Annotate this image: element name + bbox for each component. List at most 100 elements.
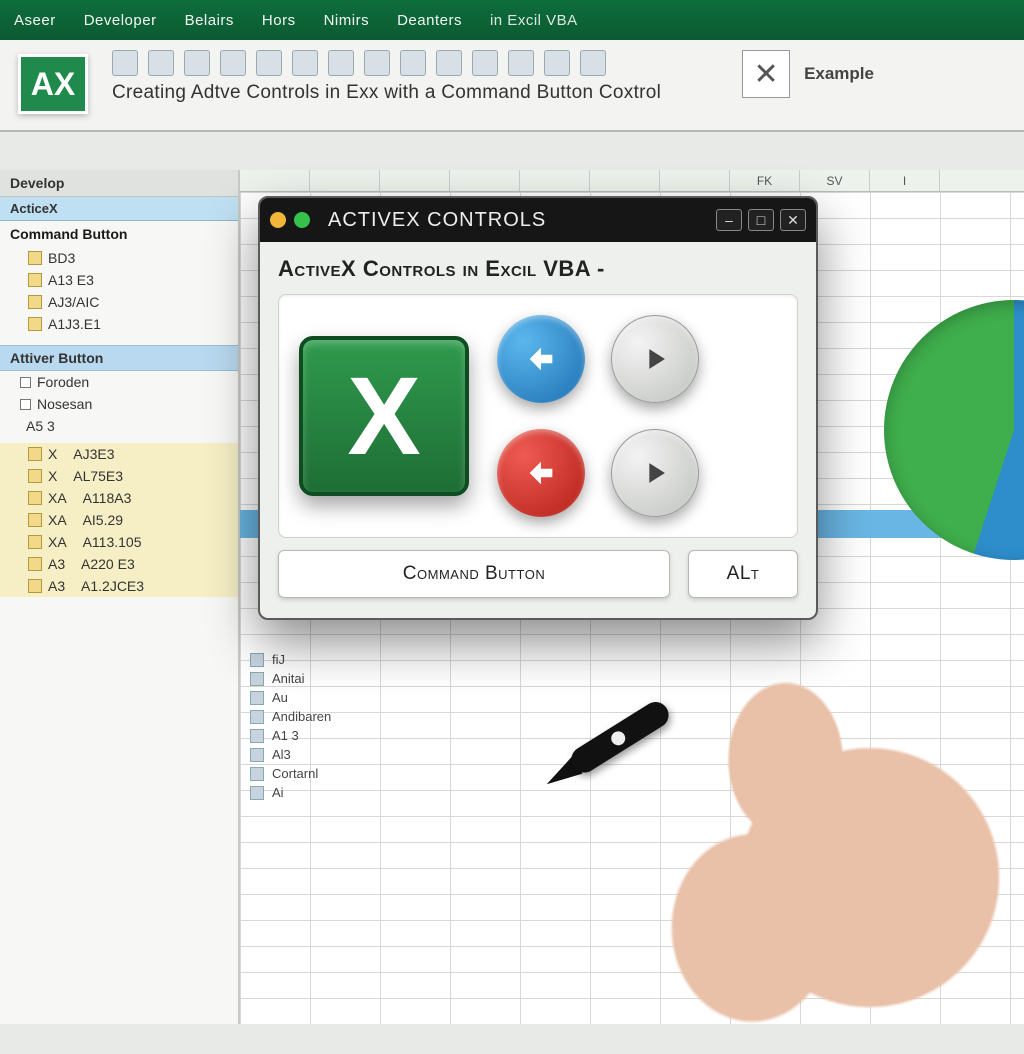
list-item[interactable]: A3 A1.2JCE3 — [0, 575, 238, 597]
ribbon-icon[interactable] — [364, 50, 390, 76]
menu-item[interactable]: Aseer — [14, 12, 56, 29]
list-item[interactable]: XA A118A3 — [0, 487, 238, 509]
file-icon — [250, 786, 264, 800]
col-head[interactable] — [380, 170, 450, 191]
ribbon-icon[interactable] — [148, 50, 174, 76]
list-item[interactable]: Anitai — [250, 669, 331, 688]
file-icon — [28, 273, 42, 287]
ribbon-icon[interactable] — [884, 58, 918, 92]
list-item-label: Ai — [272, 785, 284, 800]
file-icon — [250, 729, 264, 743]
ribbon-icon[interactable] — [400, 50, 426, 76]
list-item[interactable]: Al3 — [250, 745, 331, 764]
menu-item[interactable]: Deanters — [397, 12, 462, 29]
close-icon[interactable]: ✕ — [780, 209, 806, 231]
col-head[interactable]: FK — [730, 170, 800, 191]
list-item-value: A113.105 — [83, 534, 142, 550]
ribbon-icon[interactable] — [256, 50, 282, 76]
menu-item[interactable]: Developer — [84, 12, 157, 29]
ribbon-icon[interactable] — [220, 50, 246, 76]
checkbox-icon[interactable] — [20, 377, 31, 388]
option-item[interactable]: Nosesan — [0, 393, 238, 415]
ribbon-icon[interactable] — [972, 58, 1006, 92]
tree-item[interactable]: A1J3.E1 — [0, 313, 238, 335]
sidepanel-section[interactable]: Attiver Button — [0, 345, 238, 371]
dialog-title: ACTIVEX CONTROLS — [328, 209, 706, 232]
ribbon-icon[interactable] — [580, 50, 606, 76]
ribbon-icon[interactable] — [328, 50, 354, 76]
menu-item[interactable]: Hors — [262, 12, 296, 29]
file-icon — [250, 710, 264, 724]
minimize-icon[interactable]: – — [716, 209, 742, 231]
col-head[interactable] — [660, 170, 730, 191]
menu-item[interactable]: Nimirs — [324, 12, 370, 29]
ribbon-icon[interactable] — [184, 50, 210, 76]
menu-item[interactable]: Belairs — [185, 12, 234, 29]
tree-item-label: A1J3.E1 — [48, 316, 101, 332]
ribbon-icon[interactable] — [292, 50, 318, 76]
play-icon — [638, 456, 672, 490]
list-item[interactable]: A3 A220 E3 — [0, 553, 238, 575]
traffic-zoom-icon[interactable] — [294, 212, 310, 228]
option-label: Nosesan — [37, 396, 92, 412]
file-icon — [28, 251, 42, 265]
round-button-grey[interactable] — [611, 429, 699, 517]
ribbon-icon-row — [112, 50, 718, 76]
col-head[interactable] — [450, 170, 520, 191]
round-button-grey[interactable] — [611, 315, 699, 403]
file-icon — [28, 513, 42, 527]
tree-item[interactable]: A13 E3 — [0, 269, 238, 291]
list-item[interactable]: A1 3 — [250, 726, 331, 745]
list-item-label: XA — [48, 534, 67, 550]
command-button[interactable]: Command Button — [278, 550, 670, 598]
col-head[interactable]: I — [870, 170, 940, 191]
file-icon — [28, 535, 42, 549]
ribbon-icon[interactable] — [928, 58, 962, 92]
col-head[interactable] — [310, 170, 380, 191]
file-icon — [28, 491, 42, 505]
list-item[interactable]: Ai — [250, 783, 331, 802]
dialog-titlebar[interactable]: ACTIVEX CONTROLS – □ ✕ — [260, 198, 816, 242]
list-item[interactable]: XA A113.105 — [0, 531, 238, 553]
col-head[interactable] — [520, 170, 590, 191]
maximize-icon[interactable]: □ — [748, 209, 774, 231]
activex-badge-icon: AX — [18, 54, 88, 114]
file-icon — [28, 317, 42, 331]
list-item[interactable]: X AJ3E3 — [0, 443, 238, 465]
sidepanel-section[interactable]: ActiceX — [0, 197, 238, 221]
ribbon-icon[interactable] — [436, 50, 462, 76]
col-head[interactable] — [590, 170, 660, 191]
list-item-label: A3 — [48, 578, 65, 594]
list-item[interactable]: X AL75E3 — [0, 465, 238, 487]
tree-item[interactable]: AJ3/AIC — [0, 291, 238, 313]
list-item[interactable]: Cortarnl — [250, 764, 331, 783]
option-label: Foroden — [37, 374, 89, 390]
traffic-minimize-icon[interactable] — [270, 212, 286, 228]
option-item[interactable]: Foroden — [0, 371, 238, 393]
ribbon: AX Creating Adtve Controls in Exx with a… — [0, 40, 1024, 132]
ribbon-icon[interactable] — [544, 50, 570, 76]
list-item[interactable]: Andibaren — [250, 707, 331, 726]
col-head[interactable]: SV — [800, 170, 870, 191]
close-box-icon[interactable]: ✕ — [742, 50, 790, 98]
list-item[interactable]: fiJ — [250, 650, 331, 669]
option-item[interactable]: A5 3 — [0, 415, 238, 437]
arrow-icon — [524, 342, 558, 376]
list-item-label: Al3 — [272, 747, 291, 762]
checkbox-icon[interactable] — [20, 399, 31, 410]
file-icon — [28, 557, 42, 571]
ribbon-icon[interactable] — [508, 50, 534, 76]
list-item[interactable]: Au — [250, 688, 331, 707]
col-head[interactable] — [240, 170, 310, 191]
ribbon-icon[interactable] — [112, 50, 138, 76]
ribbon-title: Creating Adtve Controls in Exx with a Co… — [112, 82, 718, 104]
list-item-value: A1.2JCE3 — [81, 578, 144, 594]
list-item[interactable]: XA AI5.29 — [0, 509, 238, 531]
alt-button[interactable]: ALt — [688, 550, 798, 598]
round-button-red[interactable] — [497, 429, 585, 517]
ribbon-icon[interactable] — [472, 50, 498, 76]
sidepanel-tab[interactable]: Develop — [0, 170, 238, 197]
round-button-blue[interactable] — [497, 315, 585, 403]
tree-item[interactable]: BD3 — [0, 247, 238, 269]
excel-x-button[interactable]: X — [299, 336, 469, 496]
